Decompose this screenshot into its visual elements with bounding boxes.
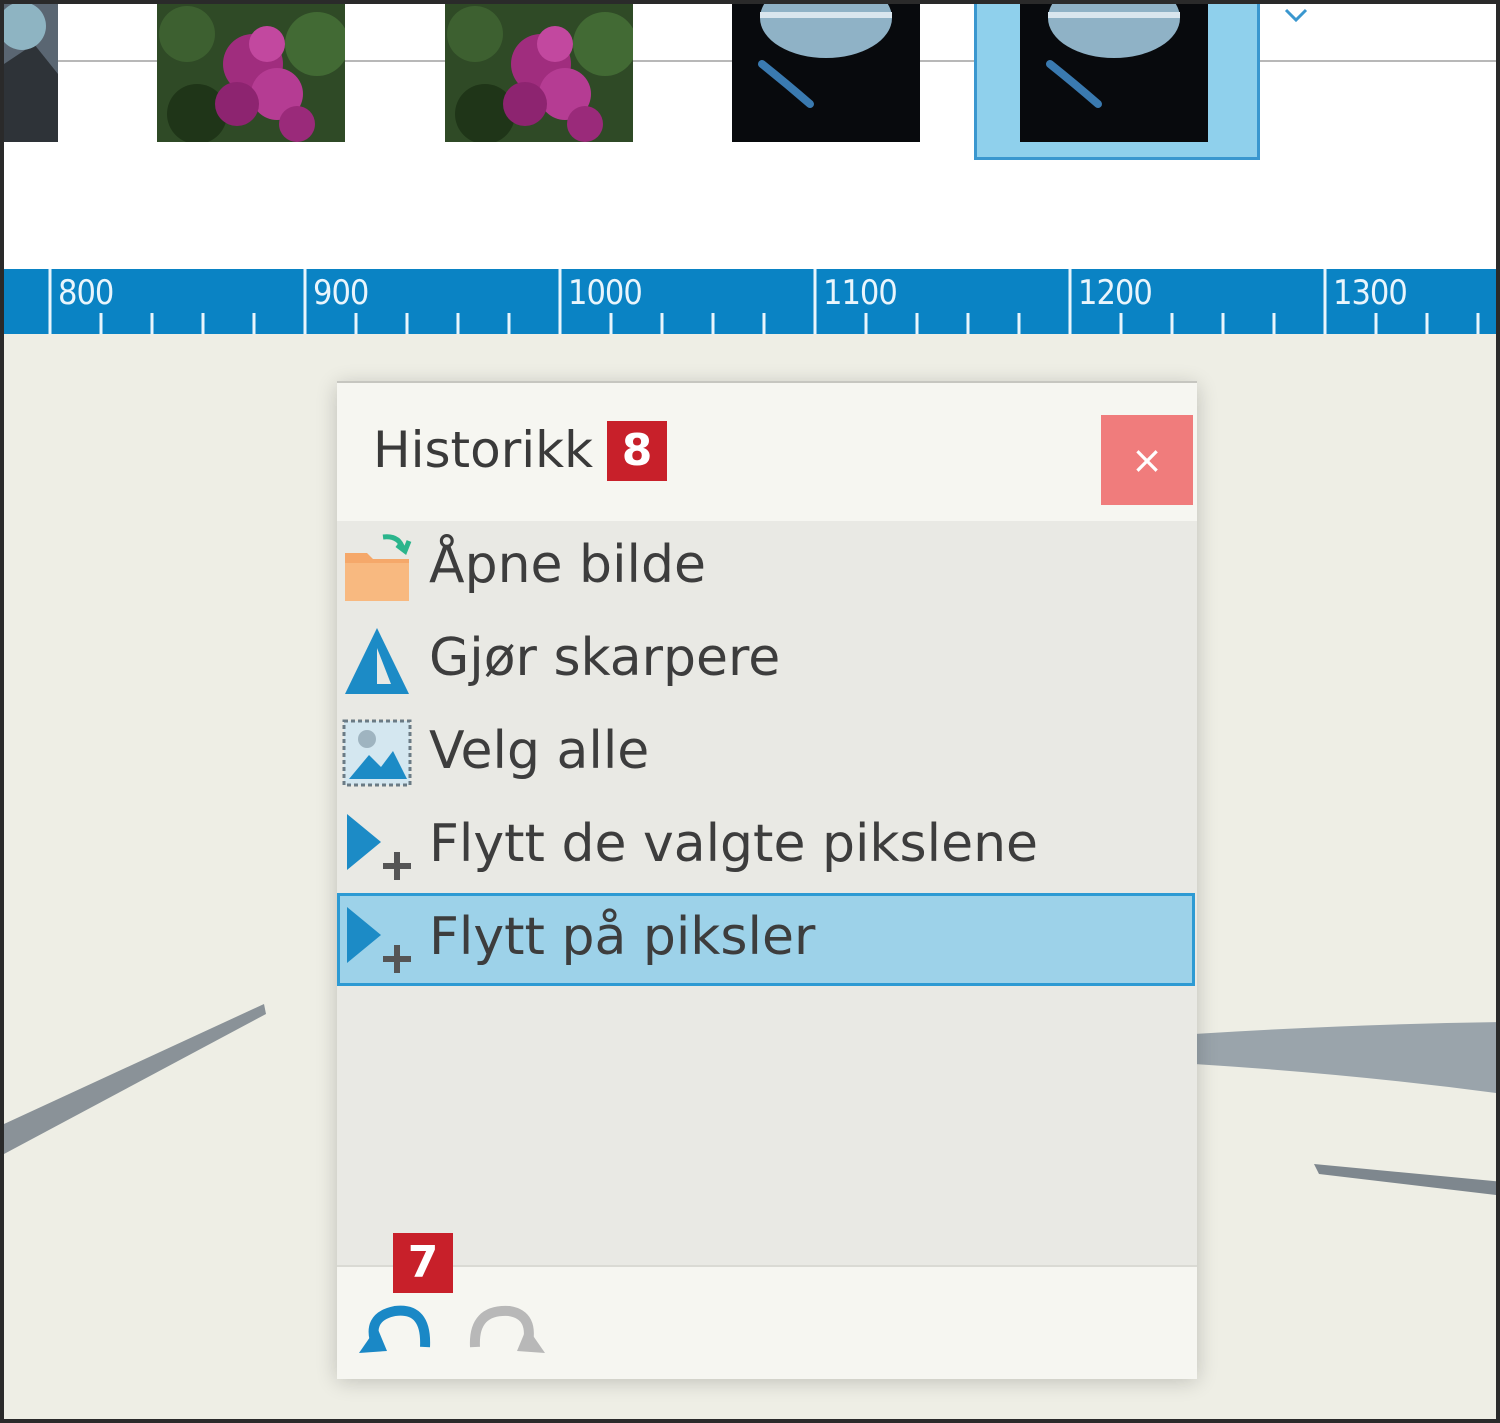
ruler-label: 1200 (1078, 273, 1153, 313)
callout-badge-7: 7 (393, 1233, 453, 1293)
open-image-icon (341, 529, 413, 605)
history-item-label: Velg alle (429, 721, 650, 781)
thumbnail-marker-icon (1284, 4, 1308, 26)
history-item-label: Flytt de valgte pikslene (429, 814, 1039, 874)
thumbnail-flower-1[interactable] (157, 4, 345, 142)
history-item-open-image[interactable]: Åpne bilde (337, 521, 1197, 614)
history-list: Åpne bilde Gjør skarpere Velg alle Flytt… (337, 521, 1197, 986)
history-item-label: Flytt på piksler (429, 907, 816, 967)
app-window: 800 900 1000 1100 1200 1300 Historikk 8 … (0, 0, 1500, 1423)
callout-badge-8: 8 (607, 421, 667, 481)
ruler-ticks (48, 269, 1480, 334)
redo-button[interactable] (465, 1297, 549, 1357)
close-button[interactable]: × (1101, 415, 1193, 505)
ruler-label: 1300 (1333, 273, 1408, 313)
history-item-move-selection[interactable]: Flytt de valgte pikslene (337, 800, 1197, 893)
thumbnail-planet-1[interactable] (732, 4, 920, 142)
history-item-sharpen[interactable]: Gjør skarpere (337, 614, 1197, 707)
ruler-label: 800 (58, 273, 114, 313)
select-all-icon (341, 715, 413, 791)
history-item-move-pixels[interactable]: Flytt på piksler (337, 893, 1195, 986)
history-panel-footer: 7 (337, 1233, 1197, 1379)
history-item-select-all[interactable]: Velg alle (337, 707, 1197, 800)
history-panel-header: Historikk 8 × (337, 383, 1197, 521)
thumbnail-planet-2-selected[interactable] (1020, 4, 1208, 142)
history-item-label: Åpne bilde (429, 535, 706, 595)
history-panel: Historikk 8 × Åpne bilde Gjør skarpere V… (337, 381, 1197, 1379)
move-selection-icon (341, 808, 413, 884)
ruler-label: 900 (313, 273, 369, 313)
undo-button[interactable] (355, 1297, 439, 1357)
thumbnail-flower-2[interactable] (445, 4, 633, 142)
move-pixels-icon (341, 901, 413, 977)
image-thumbnail-strip (4, 4, 1496, 269)
history-panel-title: Historikk (373, 421, 594, 479)
redo-icon (469, 1305, 545, 1353)
sharpen-icon (341, 622, 413, 698)
ruler-label: 1100 (823, 273, 898, 313)
history-item-label: Gjør skarpere (429, 628, 781, 688)
ruler-label: 1000 (568, 273, 643, 313)
thumbnail-partial[interactable] (4, 4, 58, 142)
undo-icon (359, 1305, 431, 1353)
horizontal-ruler: 800 900 1000 1100 1200 1300 (4, 269, 1496, 334)
